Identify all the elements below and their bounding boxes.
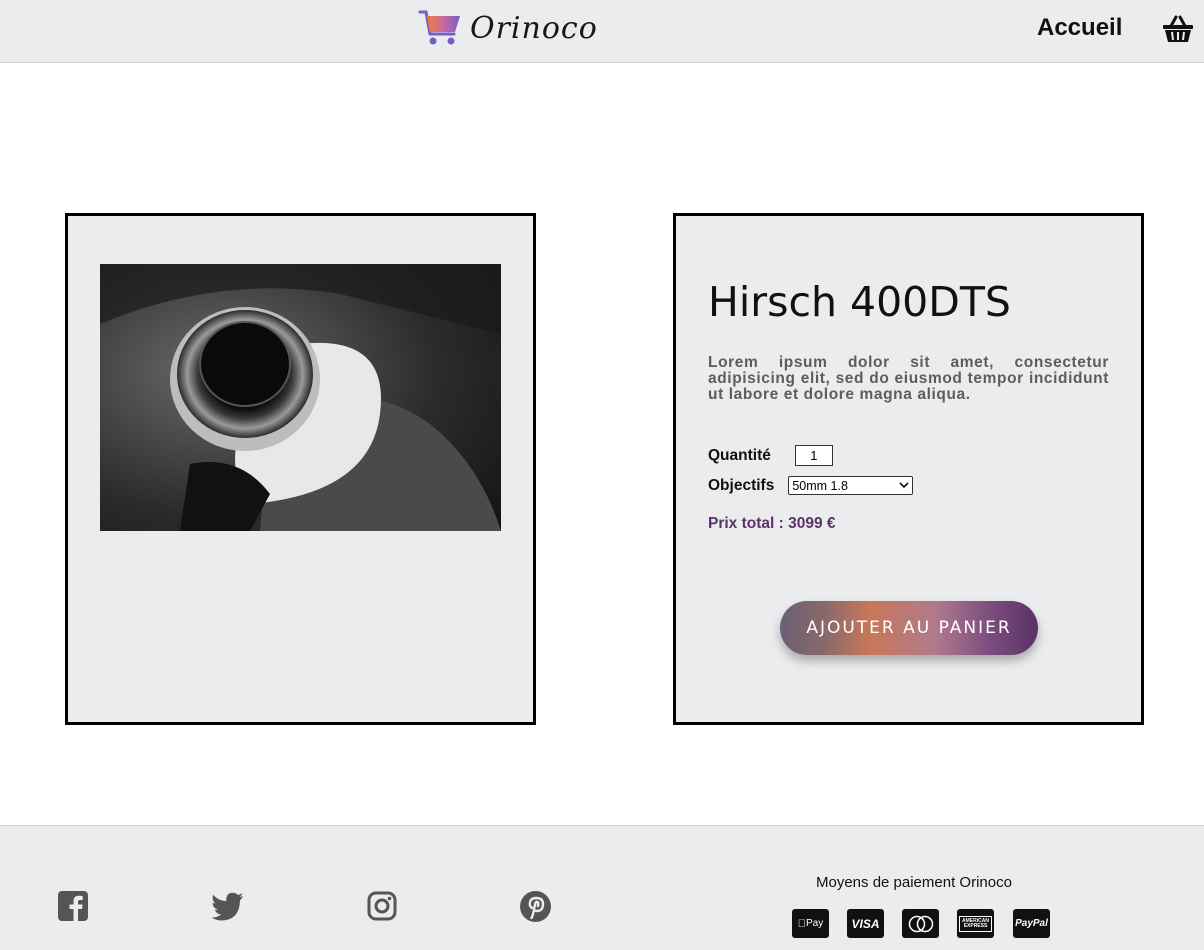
visa-label: VISA	[851, 916, 880, 931]
product-image-card	[65, 213, 536, 725]
lens-select[interactable]: 50mm 1.8	[788, 476, 914, 495]
product-title: Hirsch 400DTS	[708, 278, 1011, 326]
mastercard-icon	[902, 909, 939, 938]
twitter-icon[interactable]	[211, 891, 244, 921]
payment-title: Moyens de paiement Orinoco	[816, 874, 1012, 891]
camera-photo-image	[100, 264, 501, 531]
brand-logo[interactable]: Orinoco	[418, 8, 598, 48]
product-description: Lorem ipsum dolor sit amet, consectetur …	[708, 354, 1109, 403]
shopping-cart-logo-icon	[418, 10, 460, 45]
chevron-down-icon	[899, 482, 909, 489]
visa-icon: VISA	[847, 909, 884, 938]
apple-pay-icon: Pay	[792, 909, 829, 938]
lens-selected-value: 50mm 1.8	[792, 478, 848, 493]
product-details-card: Hirsch 400DTS Lorem ipsum dolor sit amet…	[673, 213, 1144, 725]
paypal-icon: PayPal	[1013, 909, 1050, 938]
quantity-input[interactable]	[794, 445, 833, 466]
amex-icon: AMERICAN EXPRESS	[957, 909, 994, 938]
apple-pay-label: Pay	[801, 918, 823, 929]
nav-home-link[interactable]: Accueil	[1037, 14, 1122, 42]
facebook-icon[interactable]	[58, 891, 88, 921]
instagram-icon[interactable]	[367, 891, 397, 921]
add-to-cart-button[interactable]: AJOUTER AU PANIER	[780, 601, 1038, 655]
site-header: Orinoco Accueil	[0, 0, 1204, 63]
amex-label: AMERICAN EXPRESS	[959, 915, 992, 932]
quantity-label: Quantité	[708, 446, 771, 464]
quantity-row: Quantité	[708, 445, 833, 466]
brand-name: Orinoco	[470, 10, 598, 46]
total-price: Prix total : 3099 €	[708, 515, 836, 532]
paypal-label: PayPal	[1015, 918, 1048, 929]
product-photo	[100, 264, 501, 531]
lens-label: Objectifs	[708, 476, 775, 494]
pinterest-icon[interactable]	[520, 891, 551, 922]
site-footer: Moyens de paiement Orinoco Pay VISA AME…	[0, 825, 1204, 950]
basket-icon[interactable]	[1162, 15, 1194, 43]
lens-row: Objectifs 50mm 1.8	[708, 476, 914, 495]
